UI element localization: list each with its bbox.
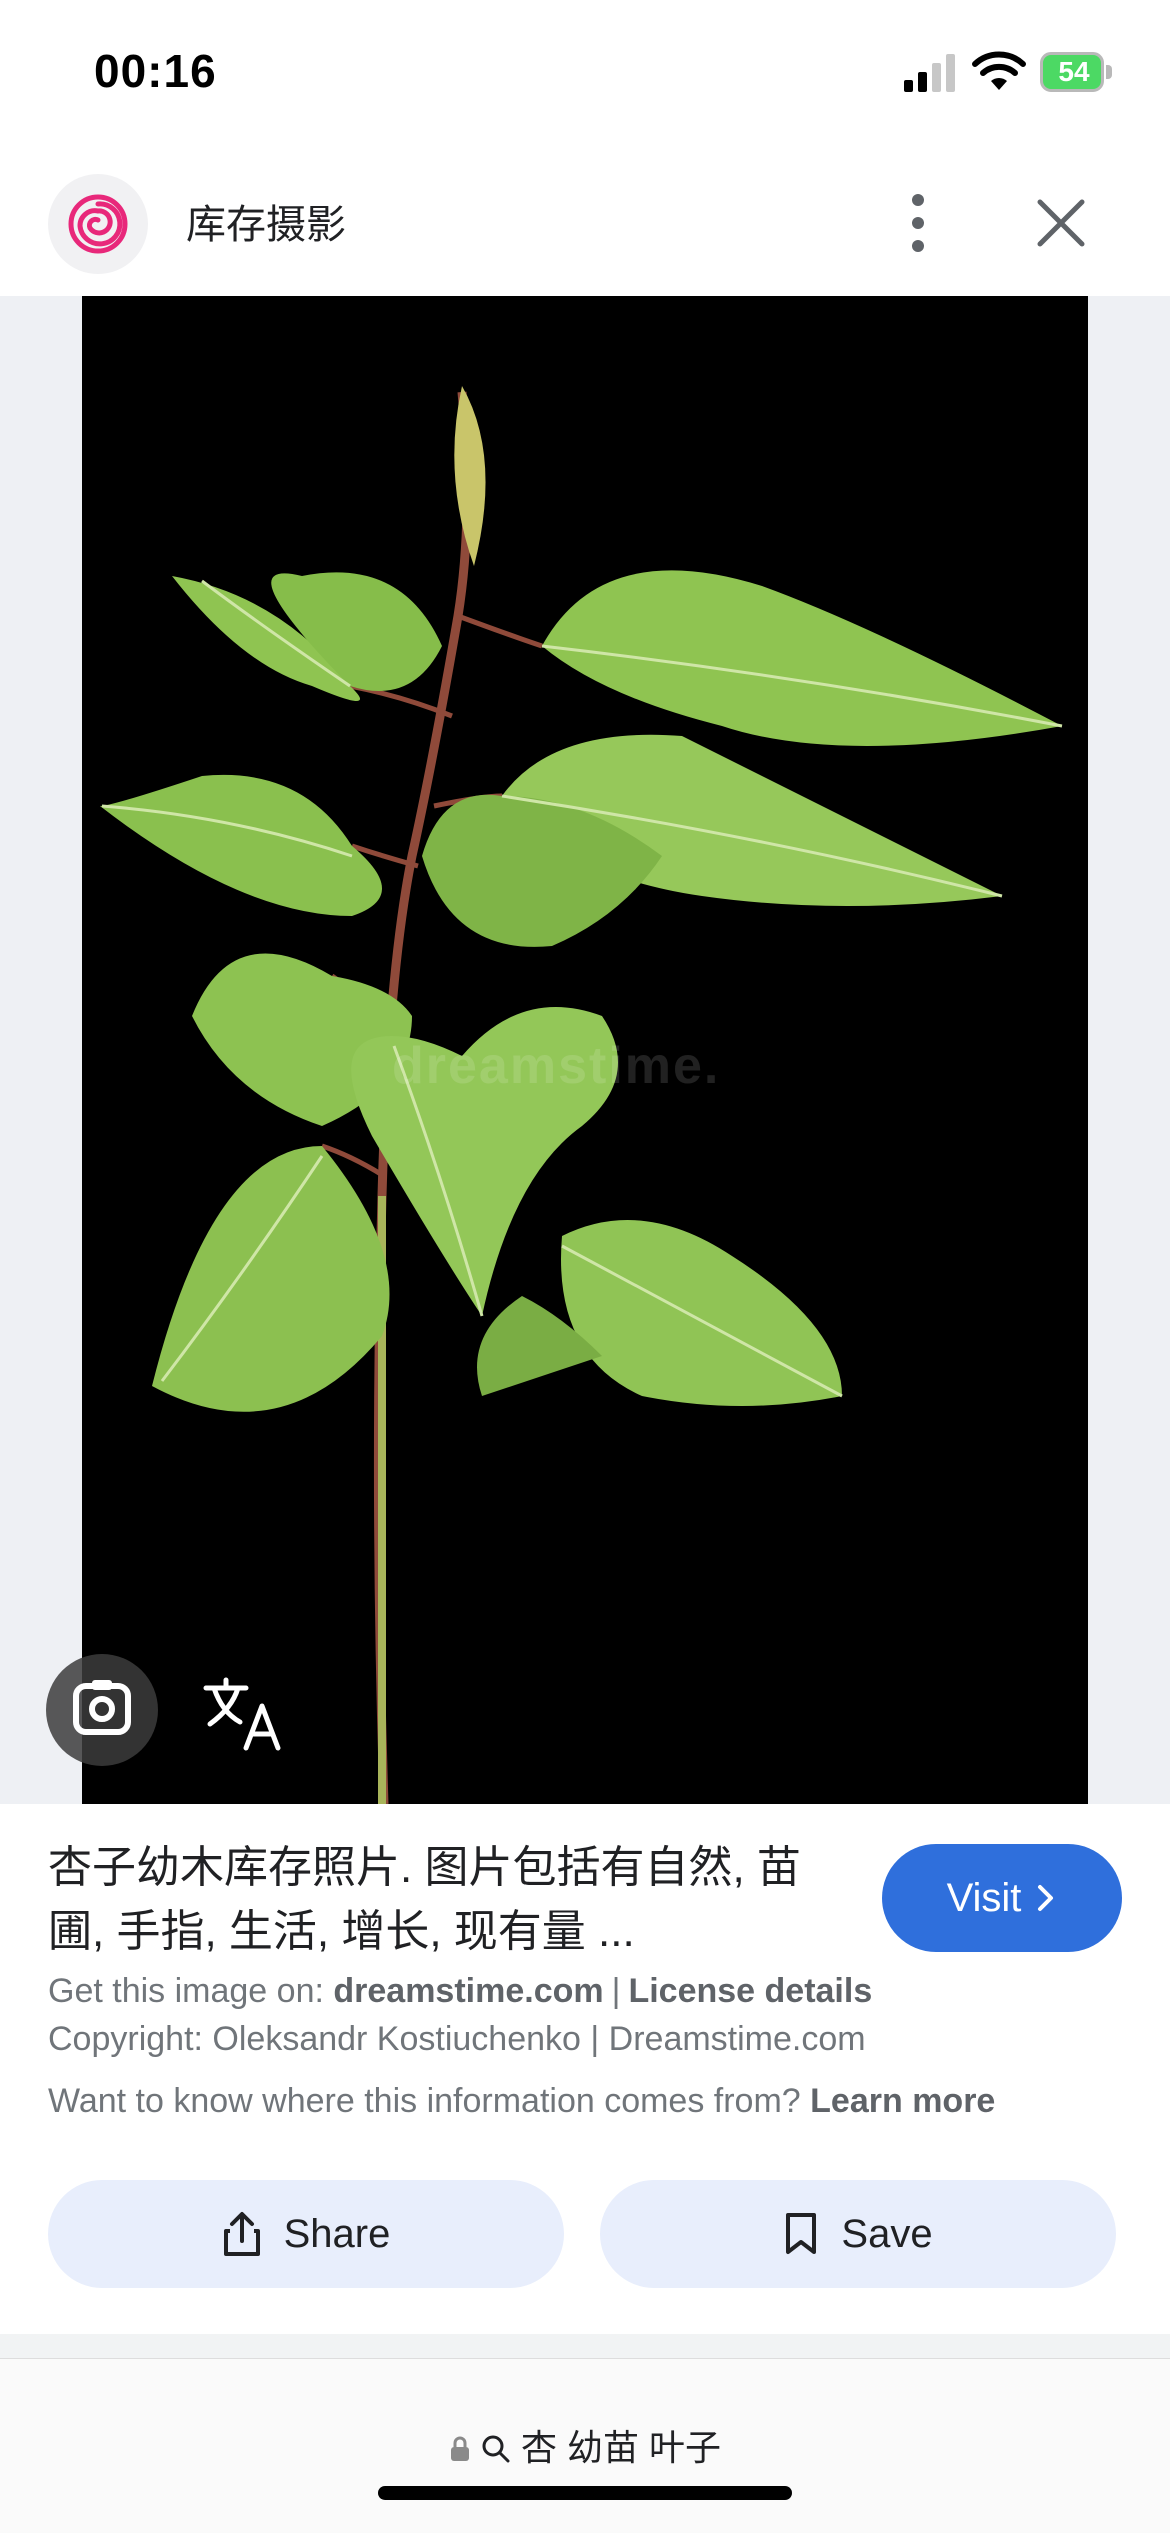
visit-button[interactable]: Visit: [882, 1844, 1122, 1952]
save-button[interactable]: Save: [600, 2180, 1116, 2288]
source-line: Get this image on: dreamstime.com | Licens…: [48, 1972, 873, 2010]
visit-button-label: Visit: [946, 1875, 1022, 1920]
url-text: 杏 幼苗 叶子: [521, 2427, 722, 2468]
search-icon: [482, 2435, 510, 2463]
divider: [0, 2334, 1170, 2358]
browser-url-bar[interactable]: 杏 幼苗 叶子: [0, 2358, 1170, 2533]
copyright-line: Copyright: Oleksandr Kostiuchenko | Drea…: [48, 2020, 866, 2058]
wifi-icon: [972, 51, 1026, 90]
status-bar: 00:16 54: [0, 0, 1170, 150]
battery-level: 54: [1058, 56, 1090, 87]
share-label: Share: [283, 2211, 391, 2256]
image-watermark: dreamstime.: [392, 1037, 721, 1095]
spiral-logo-icon: [68, 194, 128, 254]
home-indicator: [378, 2486, 792, 2500]
save-label: Save: [841, 2211, 933, 2256]
result-info-panel: 杏子幼木库存照片. 图片包括有自然, 苗圃, 手指, 生活, 增长, 现有量 .…: [0, 1804, 1170, 2334]
share-icon: [223, 2212, 260, 2256]
source-prefix: Get this image on:: [48, 1972, 324, 2010]
site-title: 库存摄影: [186, 203, 346, 247]
image-viewer[interactable]: dreamstime.: [0, 296, 1170, 1804]
more-options-button[interactable]: [890, 188, 946, 258]
chevron-right-icon: [1038, 1885, 1054, 1911]
more-vert-icon: [912, 194, 924, 252]
result-image[interactable]: dreamstime.: [82, 296, 1088, 1804]
url-line[interactable]: 杏 幼苗 叶子: [0, 2419, 1170, 2471]
source-domain-link[interactable]: dreamstime.com: [333, 1972, 603, 2010]
info-source-line: Want to know where this information come…: [48, 2082, 995, 2121]
result-title[interactable]: 杏子幼木库存照片. 图片包括有自然, 苗圃, 手指, 生活, 增长, 现有量 .…: [48, 1836, 828, 1964]
site-logo: [48, 174, 148, 274]
status-time: 00:16: [94, 45, 217, 97]
bookmark-icon: [786, 2213, 817, 2254]
translate-icon: [203, 1677, 281, 1751]
translate-button[interactable]: [196, 1664, 292, 1760]
cellular-signal-icon: [904, 54, 955, 92]
header: 库存摄影: [0, 150, 1170, 297]
learn-more-link[interactable]: Learn more: [810, 2082, 995, 2120]
lens-search-button[interactable]: [46, 1654, 158, 1766]
share-button[interactable]: Share: [48, 2180, 564, 2288]
info-question: Want to know where this information come…: [48, 2082, 801, 2120]
lens-icon: [73, 1680, 131, 1735]
close-button[interactable]: [1032, 194, 1090, 252]
close-icon: [1037, 199, 1085, 247]
battery-icon: 54: [1040, 52, 1112, 92]
lock-icon: [450, 2436, 469, 2461]
license-details-link[interactable]: License details: [628, 1972, 872, 2010]
